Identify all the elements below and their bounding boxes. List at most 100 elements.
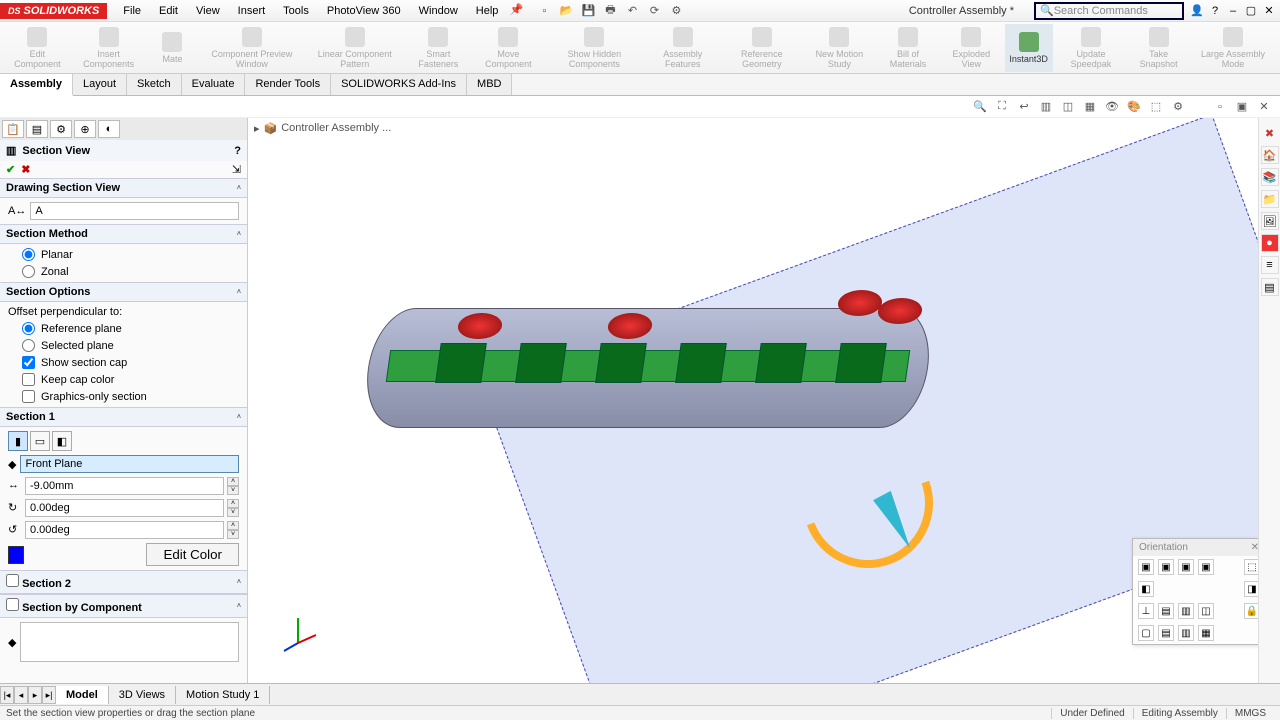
status-units[interactable]: MMGS (1226, 708, 1274, 719)
save-icon[interactable]: 💾 (580, 3, 596, 19)
ribbon-take-snapshot[interactable]: Take Snapshot (1129, 24, 1188, 72)
cancel-button[interactable]: ✖ (21, 163, 30, 176)
ribbon-component-preview[interactable]: Component Preview Window (200, 24, 303, 72)
chip-3[interactable] (595, 343, 647, 383)
radio-refplane-input[interactable] (22, 322, 35, 335)
close-icon[interactable]: ✕ (1262, 4, 1276, 17)
edit-appearance-icon[interactable]: 🎨 (1126, 99, 1142, 115)
search-commands[interactable]: 🔍 Search Commands (1034, 2, 1184, 20)
two-v-viewport-icon[interactable]: ▥ (1178, 625, 1194, 641)
chip-6[interactable] (835, 343, 887, 383)
sbc-enable-check[interactable] (6, 598, 19, 611)
tab-evaluate[interactable]: Evaluate (182, 74, 246, 95)
dimxpert-tab-icon[interactable]: ⊕ (74, 120, 96, 138)
undo-icon[interactable]: ↶ (624, 3, 640, 19)
section-plane-input[interactable] (20, 455, 239, 473)
tab-render-tools[interactable]: Render Tools (245, 74, 331, 95)
orientation-panel[interactable]: Orientation✕ ▣▣▣▣ ⬚ ◧ ◨ ⊥▤▥◫ 🔒 ▢▤▥▦ (1132, 538, 1266, 645)
menu-tools[interactable]: Tools (275, 2, 317, 20)
design-library-icon[interactable]: 📚 (1261, 168, 1279, 186)
forum-icon[interactable]: ▤ (1261, 278, 1279, 296)
tab-sketch[interactable]: Sketch (127, 74, 182, 95)
zoom-fit-icon[interactable]: 🔍 (972, 99, 988, 115)
close-x-icon[interactable]: ✖ (1261, 124, 1279, 142)
motion-study-tab[interactable]: Motion Study 1 (176, 686, 270, 704)
feature-manager-tab-icon[interactable]: 📋 (2, 120, 24, 138)
hide-show-icon[interactable]: 👁 (1104, 99, 1120, 115)
drawing-label-input[interactable] (30, 202, 239, 220)
tab-assembly[interactable]: Assembly (0, 74, 73, 96)
prev-view-icon[interactable]: ↩ (1016, 99, 1032, 115)
tab-layout[interactable]: Layout (73, 74, 127, 95)
section-by-component-header[interactable]: Section by Component˄ (0, 594, 247, 618)
new-icon[interactable]: ▫ (536, 3, 552, 19)
custom-props-icon[interactable]: ≡ (1261, 256, 1279, 274)
radio-selplane[interactable]: Selected plane (8, 339, 239, 352)
top-icon[interactable]: ▤ (1158, 603, 1174, 619)
graphics-viewport[interactable]: ▸ 📦 Controller Assembly ... Orientation✕ (248, 118, 1280, 683)
iso-icon[interactable]: ◧ (1138, 581, 1154, 597)
bottom-icon[interactable]: ▥ (1178, 603, 1194, 619)
view-orient-icon[interactable]: ◫ (1060, 99, 1076, 115)
appearances-icon[interactable]: ● (1261, 234, 1279, 252)
check-graphicsonly[interactable]: Graphics-only section (8, 390, 239, 403)
rebuild-icon[interactable]: ⟳ (646, 3, 662, 19)
ribbon-bom[interactable]: Bill of Materials (878, 24, 938, 72)
3dviews-tab[interactable]: 3D Views (109, 686, 176, 704)
ribbon-new-motion-study[interactable]: New Motion Study (805, 24, 874, 72)
roty-input[interactable] (25, 521, 224, 539)
check-showcap[interactable]: Show section cap (8, 356, 239, 369)
home-icon[interactable]: 🏠 (1261, 146, 1279, 164)
view-back-icon[interactable]: ▣ (1158, 559, 1174, 575)
minimize-icon[interactable]: – (1226, 5, 1240, 17)
first-tab-icon[interactable]: |◂ (0, 686, 14, 704)
view-right-icon[interactable]: ▣ (1198, 559, 1214, 575)
four-viewport-icon[interactable]: ▦ (1198, 625, 1214, 641)
model-tab[interactable]: Model (56, 686, 109, 704)
view-settings-icon[interactable]: ⚙ (1170, 99, 1186, 115)
property-manager-tab-icon[interactable]: ▤ (26, 120, 48, 138)
doc-min-icon[interactable]: ▫ (1212, 99, 1228, 115)
right-plane-button[interactable]: ◧ (52, 431, 72, 451)
help-pm-icon[interactable]: ? (234, 145, 241, 157)
spinner-down-icon[interactable]: ˅ (227, 486, 239, 495)
component-list-box[interactable] (20, 622, 239, 662)
maximize-icon[interactable]: ▢ (1244, 4, 1258, 17)
section2-header[interactable]: Section 2˄ (0, 570, 247, 594)
file-explorer-icon[interactable]: 📁 (1261, 190, 1279, 208)
open-icon[interactable]: 📂 (558, 3, 574, 19)
breadcrumb-expand-icon[interactable]: ▸ (254, 122, 260, 135)
check-keepcolor[interactable]: Keep cap color (8, 373, 239, 386)
section-options-header[interactable]: Section Options˄ (0, 282, 247, 302)
options-icon[interactable]: ⚙ (668, 3, 684, 19)
menu-view[interactable]: View (188, 2, 228, 20)
radio-planar[interactable]: Planar (8, 248, 239, 261)
ribbon-assembly-features[interactable]: Assembly Features (646, 24, 719, 72)
ribbon-edit-component[interactable]: Edit Component (6, 24, 69, 72)
drawing-section-header[interactable]: Drawing Section View˄ (0, 178, 247, 198)
normal-to-icon[interactable]: ⊥ (1138, 603, 1154, 619)
pin-icon[interactable]: 📌 (508, 2, 524, 18)
radio-selplane-input[interactable] (22, 339, 35, 352)
front-plane-button[interactable]: ▮ (8, 431, 28, 451)
menu-file[interactable]: File (115, 2, 149, 20)
config-manager-tab-icon[interactable]: ⚙ (50, 120, 72, 138)
spinner-up-icon[interactable]: ˄ (227, 499, 239, 508)
ribbon-large-assembly[interactable]: Large Assembly Mode (1192, 24, 1274, 72)
breadcrumb[interactable]: ▸ 📦 Controller Assembly ... (248, 118, 397, 138)
offset-input[interactable] (25, 477, 224, 495)
ribbon-linear-pattern[interactable]: Linear Component Pattern (307, 24, 402, 72)
display-style-icon[interactable]: ▦ (1082, 99, 1098, 115)
section1-header[interactable]: Section 1˄ (0, 407, 247, 427)
rotx-input[interactable] (25, 499, 224, 517)
edit-color-button[interactable]: Edit Color (146, 543, 239, 566)
view-triad[interactable] (278, 613, 318, 653)
view-left-icon[interactable]: ▣ (1178, 559, 1194, 575)
section-color-swatch[interactable] (8, 546, 24, 564)
menu-edit[interactable]: Edit (151, 2, 186, 20)
menu-photoview[interactable]: PhotoView 360 (319, 2, 409, 20)
ribbon-insert-components[interactable]: Insert Components (73, 24, 145, 72)
spinner-down-icon[interactable]: ˅ (227, 508, 239, 517)
spinner-up-icon[interactable]: ˄ (227, 521, 239, 530)
orientation-header[interactable]: Orientation✕ (1133, 539, 1265, 556)
